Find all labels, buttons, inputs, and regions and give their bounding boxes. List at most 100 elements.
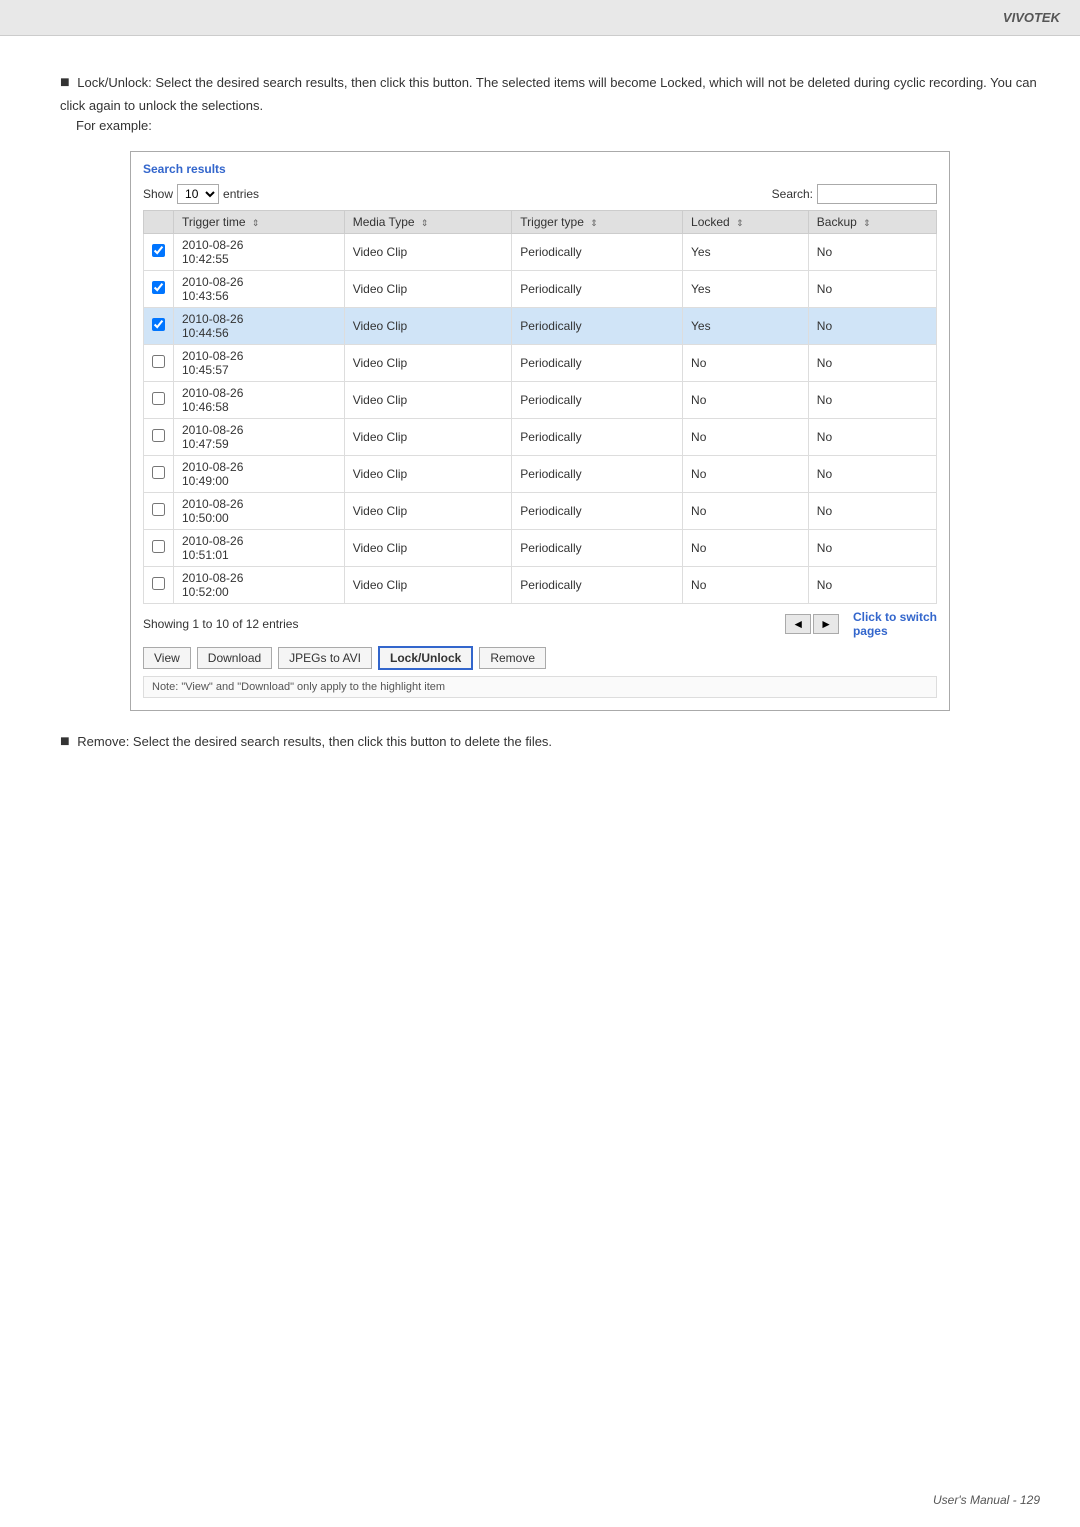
search-right: Search:	[772, 184, 937, 204]
row-trigger-type: Periodically	[512, 530, 683, 567]
col-checkbox	[144, 211, 174, 234]
row-checkbox-cell	[144, 345, 174, 382]
showing-text: Showing 1 to 10 of 12 entries	[143, 617, 298, 631]
search-results-title: Search results	[143, 162, 937, 176]
header-bar: VIVOTEK	[0, 0, 1080, 36]
table-row: 2010-08-2610:52:00Video ClipPeriodically…	[144, 567, 937, 604]
col-trigger-time: Trigger time ⇕	[174, 211, 345, 234]
remove-text: Remove: Select the desired search result…	[77, 734, 552, 749]
row-media-type: Video Clip	[344, 419, 512, 456]
row-media-type: Video Clip	[344, 382, 512, 419]
row-checkbox[interactable]	[152, 540, 165, 553]
col-media-type: Media Type ⇕	[344, 211, 512, 234]
row-trigger-time: 2010-08-2610:49:00	[174, 456, 345, 493]
row-checkbox[interactable]	[152, 318, 165, 331]
row-checkbox[interactable]	[152, 281, 165, 294]
row-locked: Yes	[683, 271, 809, 308]
show-left: Show 10 25 50 entries	[143, 184, 259, 204]
remove-paragraph: ■ Remove: Select the desired search resu…	[40, 729, 1040, 755]
col-backup: Backup ⇕	[808, 211, 936, 234]
sort-arrows-trigger-type[interactable]: ⇕	[590, 218, 598, 228]
row-backup: No	[808, 456, 936, 493]
row-media-type: Video Clip	[344, 493, 512, 530]
brand-logo: VIVOTEK	[1003, 10, 1060, 25]
row-backup: No	[808, 530, 936, 567]
click-to-switch-label: Click to switchpages	[853, 610, 937, 638]
table-header-row: Trigger time ⇕ Media Type ⇕ Trigger type…	[144, 211, 937, 234]
row-trigger-type: Periodically	[512, 382, 683, 419]
row-trigger-time: 2010-08-2610:46:58	[174, 382, 345, 419]
row-trigger-time: 2010-08-2610:45:57	[174, 345, 345, 382]
row-trigger-time: 2010-08-2610:44:56	[174, 308, 345, 345]
table-row: 2010-08-2610:51:01Video ClipPeriodically…	[144, 530, 937, 567]
row-checkbox[interactable]	[152, 577, 165, 590]
row-trigger-type: Periodically	[512, 493, 683, 530]
row-checkbox[interactable]	[152, 429, 165, 442]
row-checkbox[interactable]	[152, 355, 165, 368]
row-media-type: Video Clip	[344, 456, 512, 493]
row-trigger-type: Periodically	[512, 345, 683, 382]
row-locked: Yes	[683, 234, 809, 271]
row-checkbox[interactable]	[152, 466, 165, 479]
show-search-row: Show 10 25 50 entries Search:	[143, 184, 937, 204]
next-page-button[interactable]: ►	[813, 614, 839, 634]
lock-unlock-button[interactable]: Lock/Unlock	[378, 646, 473, 670]
row-locked: Yes	[683, 308, 809, 345]
row-trigger-type: Periodically	[512, 308, 683, 345]
row-backup: No	[808, 234, 936, 271]
row-backup: No	[808, 567, 936, 604]
row-trigger-type: Periodically	[512, 456, 683, 493]
pagination-area: ◄ ► Click to switchpages	[785, 610, 937, 638]
col-locked: Locked ⇕	[683, 211, 809, 234]
prev-page-button[interactable]: ◄	[785, 614, 811, 634]
row-trigger-time: 2010-08-2610:52:00	[174, 567, 345, 604]
remove-button[interactable]: Remove	[479, 647, 546, 669]
sort-arrows-media[interactable]: ⇕	[421, 218, 429, 228]
show-entries-select[interactable]: 10 25 50	[177, 184, 219, 204]
row-media-type: Video Clip	[344, 567, 512, 604]
row-checkbox[interactable]	[152, 244, 165, 257]
row-trigger-time: 2010-08-2610:42:55	[174, 234, 345, 271]
example-label: For example:	[76, 118, 152, 133]
table-row: 2010-08-2610:49:00Video ClipPeriodically…	[144, 456, 937, 493]
row-trigger-time: 2010-08-2610:47:59	[174, 419, 345, 456]
row-checkbox-cell	[144, 382, 174, 419]
row-locked: No	[683, 530, 809, 567]
row-media-type: Video Clip	[344, 271, 512, 308]
sort-arrows-trigger[interactable]: ⇕	[252, 218, 260, 228]
row-backup: No	[808, 419, 936, 456]
table-row: 2010-08-2610:46:58Video ClipPeriodically…	[144, 382, 937, 419]
view-button[interactable]: View	[143, 647, 191, 669]
remove-bullet-icon: ■	[60, 733, 70, 750]
results-table: Trigger time ⇕ Media Type ⇕ Trigger type…	[143, 210, 937, 604]
pagination-buttons: ◄ ►	[785, 614, 839, 634]
row-locked: No	[683, 493, 809, 530]
action-buttons-row: View Download JPEGs to AVI Lock/Unlock R…	[143, 646, 937, 670]
table-row: 2010-08-2610:50:00Video ClipPeriodically…	[144, 493, 937, 530]
sort-arrows-backup[interactable]: ⇕	[863, 218, 871, 228]
row-checkbox[interactable]	[152, 392, 165, 405]
row-checkbox-cell	[144, 567, 174, 604]
row-locked: No	[683, 382, 809, 419]
download-button[interactable]: Download	[197, 647, 272, 669]
row-media-type: Video Clip	[344, 345, 512, 382]
row-checkbox-cell	[144, 419, 174, 456]
row-checkbox-cell	[144, 493, 174, 530]
jpegs-to-avi-button[interactable]: JPEGs to AVI	[278, 647, 372, 669]
row-trigger-time: 2010-08-2610:43:56	[174, 271, 345, 308]
row-backup: No	[808, 308, 936, 345]
show-label: Show	[143, 187, 173, 201]
note-text: Note: "View" and "Download" only apply t…	[152, 681, 445, 693]
row-trigger-type: Periodically	[512, 419, 683, 456]
row-media-type: Video Clip	[344, 530, 512, 567]
row-checkbox-cell	[144, 456, 174, 493]
sort-arrows-locked[interactable]: ⇕	[736, 218, 744, 228]
table-row: 2010-08-2610:45:57Video ClipPeriodically…	[144, 345, 937, 382]
search-input[interactable]	[817, 184, 937, 204]
row-media-type: Video Clip	[344, 234, 512, 271]
row-backup: No	[808, 382, 936, 419]
intro-paragraph: ■ Lock/Unlock: Select the desired search…	[40, 70, 1040, 137]
entries-label: entries	[223, 187, 259, 201]
row-checkbox[interactable]	[152, 503, 165, 516]
row-trigger-time: 2010-08-2610:51:01	[174, 530, 345, 567]
